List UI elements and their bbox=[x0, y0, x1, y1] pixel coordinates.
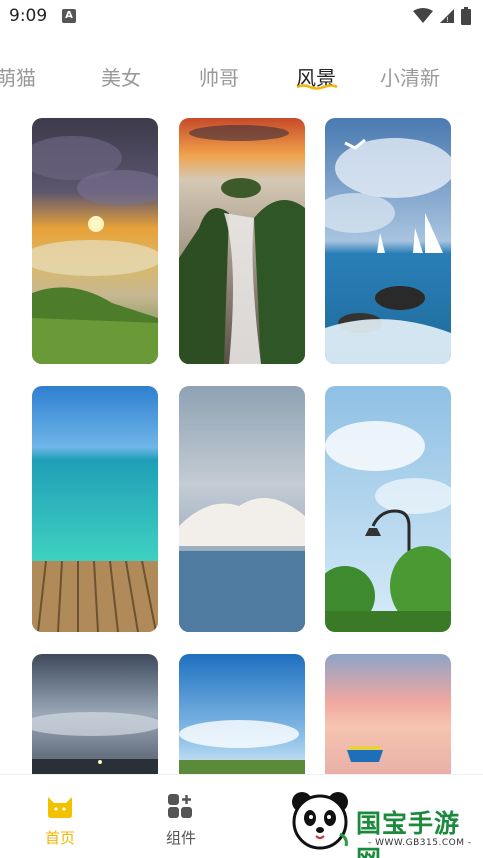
wallpaper-card[interactable] bbox=[32, 118, 158, 364]
wallpaper-waterfall-rocks-image bbox=[179, 118, 305, 364]
nav-widgets[interactable]: 组件 bbox=[146, 793, 216, 848]
wallpaper-misty-mountain-image bbox=[179, 386, 305, 632]
nav-home[interactable]: 首页 bbox=[25, 793, 95, 848]
wallpaper-card[interactable] bbox=[325, 654, 451, 774]
tab-fresh[interactable]: 小清新 bbox=[380, 62, 440, 91]
tab-beauties[interactable]: 美女 bbox=[101, 62, 141, 91]
wallpaper-pink-sunset-boat-image bbox=[325, 654, 451, 774]
site-watermark: 国宝手游网 - WWW.GB315.COM - bbox=[282, 782, 483, 858]
wallpaper-card[interactable] bbox=[179, 386, 305, 632]
wallpaper-card[interactable] bbox=[325, 118, 451, 364]
cat-icon bbox=[48, 797, 72, 818]
wallpaper-turquoise-pier-image bbox=[32, 386, 158, 632]
wallpaper-card[interactable] bbox=[32, 654, 158, 774]
wallpaper-card[interactable] bbox=[32, 386, 158, 632]
category-tabs: 萌猫 美女 帅哥 风景 小清新 bbox=[0, 58, 483, 98]
wifi-icon bbox=[413, 8, 433, 23]
tab-handsome[interactable]: 帅哥 bbox=[199, 62, 239, 91]
panda-logo-icon bbox=[292, 792, 348, 850]
svg-text:!: ! bbox=[446, 16, 449, 24]
widgets-icon bbox=[168, 794, 192, 818]
wallpaper-card[interactable] bbox=[179, 118, 305, 364]
wallpaper-card[interactable] bbox=[179, 654, 305, 774]
notification-icon: A bbox=[62, 9, 76, 23]
nav-home-label: 首页 bbox=[44, 829, 75, 847]
wallpaper-sunset-clouds-image bbox=[32, 118, 158, 364]
nav-widgets-label: 组件 bbox=[165, 829, 196, 847]
watermark-site-name: 国宝手游网 bbox=[356, 809, 461, 858]
wallpaper-street-lamp-image bbox=[325, 386, 451, 632]
wallpaper-card[interactable] bbox=[325, 386, 451, 632]
active-tab-indicator bbox=[296, 84, 338, 90]
wallpaper-blue-sky-meadow-image bbox=[179, 654, 305, 774]
status-icons: ! bbox=[413, 7, 471, 25]
wallpaper-dusky-clouds-image bbox=[32, 654, 158, 774]
wallpaper-sailboats-image bbox=[325, 118, 451, 364]
signal-icon: ! bbox=[440, 9, 454, 24]
watermark-url: - WWW.GB315.COM - bbox=[368, 838, 472, 848]
status-time: 9:09 bbox=[9, 6, 48, 26]
status-bar: 9:09 A ! bbox=[0, 0, 483, 34]
battery-icon bbox=[461, 7, 471, 25]
tab-cute-cats[interactable]: 萌猫 bbox=[0, 62, 36, 91]
